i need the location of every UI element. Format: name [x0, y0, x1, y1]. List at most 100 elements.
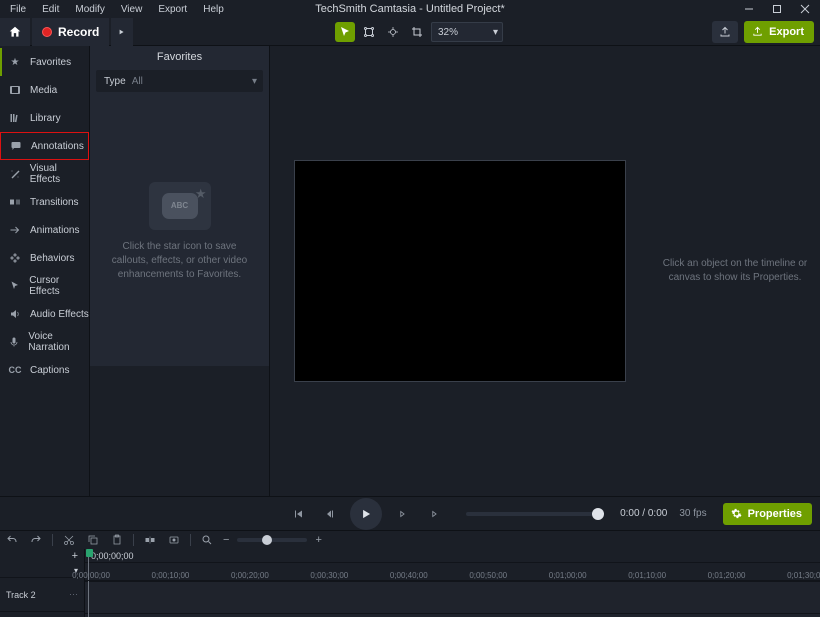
- playhead-time-row: 0;00;00;00: [85, 549, 820, 563]
- sidebar-item-label: Behaviors: [30, 253, 74, 264]
- home-button[interactable]: [0, 18, 30, 46]
- favorites-panel: Favorites Type All ▾ ABC ★ Click the sta…: [90, 46, 270, 496]
- panel-title: Favorites: [90, 46, 269, 68]
- track-options-icon[interactable]: ⋯: [69, 589, 78, 600]
- paste-button[interactable]: [109, 532, 125, 548]
- cut-button[interactable]: [61, 532, 77, 548]
- library-icon: [8, 111, 22, 125]
- type-filter-dropdown[interactable]: Type All ▾: [96, 70, 263, 92]
- window-minimize[interactable]: [736, 0, 762, 18]
- transitions-icon: [8, 195, 22, 209]
- timeline-content[interactable]: 0;00;00;00 0;00;00;000;00;10;000;00;20;0…: [85, 549, 820, 617]
- sidebar-item-captions[interactable]: CC Captions: [0, 356, 89, 384]
- track-header: + ▾ Track 2 ⋯ Track 1 ⋯: [0, 549, 85, 617]
- type-filter-value: All: [132, 76, 143, 87]
- seek-slider[interactable]: [466, 512, 604, 516]
- transform-tool[interactable]: [359, 22, 379, 42]
- playhead[interactable]: [88, 549, 89, 617]
- cursor-icon: [8, 279, 21, 293]
- track-2-lane[interactable]: [85, 581, 820, 613]
- seek-handle[interactable]: [592, 508, 604, 520]
- ruler-label: 0;01;30;00: [787, 571, 820, 580]
- sidebar-item-animations[interactable]: Animations: [0, 216, 89, 244]
- menu-file[interactable]: File: [2, 2, 34, 17]
- chevron-down-icon: ▾: [493, 27, 498, 38]
- panel-empty-state: ABC ★ Click the star icon to save callou…: [90, 98, 269, 366]
- track-label: Track 2: [6, 590, 36, 600]
- menu-modify[interactable]: Modify: [67, 2, 112, 17]
- menu-export[interactable]: Export: [150, 2, 195, 17]
- pan-tool[interactable]: [383, 22, 403, 42]
- sidebar-item-transitions[interactable]: Transitions: [0, 188, 89, 216]
- step-back-button[interactable]: [318, 502, 342, 526]
- sidebar-item-label: Media: [30, 85, 57, 96]
- play-button[interactable]: [350, 498, 382, 530]
- properties-button-label: Properties: [748, 508, 802, 520]
- sidebar-item-media[interactable]: Media: [0, 76, 89, 104]
- ruler-label: 0;00;40;00: [390, 571, 428, 580]
- animations-icon: [8, 223, 22, 237]
- sidebar-item-label: Favorites: [30, 57, 71, 68]
- track-header-1[interactable]: Track 1 ⋯: [0, 611, 84, 617]
- sidebar-item-label: Visual Effects: [30, 163, 89, 185]
- playhead-time: 0;00;00;00: [91, 551, 134, 561]
- playback-bar: 0:00 / 0:00 30 fps Properties: [0, 496, 820, 530]
- fps-label: 30 fps: [679, 508, 706, 519]
- properties-button[interactable]: Properties: [723, 503, 812, 525]
- window-maximize[interactable]: [764, 0, 790, 18]
- sidebar-item-annotations[interactable]: Annotations: [0, 132, 89, 160]
- redo-button[interactable]: [28, 532, 44, 548]
- sidebar-item-label: Animations: [30, 225, 79, 236]
- sidebar-item-voice-narration[interactable]: Voice Narration: [0, 328, 89, 356]
- ruler-label: 0;00;10;00: [152, 571, 190, 580]
- export-button[interactable]: Export: [744, 21, 814, 43]
- add-track-button[interactable]: +: [0, 549, 84, 563]
- menu-help[interactable]: Help: [195, 2, 232, 17]
- timeline-tools: − +: [0, 531, 820, 549]
- split-button[interactable]: [142, 532, 158, 548]
- sidebar-item-behaviors[interactable]: Behaviors: [0, 244, 89, 272]
- zoom-dropdown[interactable]: 32% ▾: [431, 22, 503, 42]
- chevron-down-icon: ▾: [252, 76, 257, 87]
- track-1-lane[interactable]: [85, 613, 820, 617]
- timeline-zoom-slider[interactable]: [237, 538, 307, 542]
- ruler-label: 0;01;20;00: [708, 571, 746, 580]
- export-label: Export: [769, 26, 804, 38]
- sidebar-item-visual-effects[interactable]: Visual Effects: [0, 160, 89, 188]
- ruler-label: 0;01;10;00: [628, 571, 666, 580]
- panel-bottom-spacer: [90, 366, 269, 496]
- sidebar-item-favorites[interactable]: ★ Favorites: [0, 48, 89, 76]
- prev-frame-button[interactable]: [286, 502, 310, 526]
- cc-icon: CC: [8, 363, 22, 377]
- ruler-label: 0;01;00;00: [549, 571, 587, 580]
- audio-icon: [8, 307, 22, 321]
- record-dropdown[interactable]: [111, 18, 133, 46]
- mic-icon: [8, 335, 20, 349]
- timeline: − + + ▾ Track 2 ⋯ Track 1 ⋯ 0;00;00;00 0…: [0, 530, 820, 617]
- behaviors-icon: [8, 251, 22, 265]
- share-button[interactable]: [712, 21, 738, 43]
- timeline-ruler[interactable]: 0;00;00;000;00;10;000;00;20;000;00;30;00…: [85, 563, 820, 581]
- ruler-label: 0;00;30;00: [310, 571, 348, 580]
- sidebar-item-library[interactable]: Library: [0, 104, 89, 132]
- select-tool[interactable]: [335, 22, 355, 42]
- canvas[interactable]: [294, 160, 626, 382]
- window-close[interactable]: [792, 0, 818, 18]
- star-icon: ★: [195, 185, 207, 203]
- sidebar-item-audio-effects[interactable]: Audio Effects: [0, 300, 89, 328]
- sidebar-item-label: Library: [30, 113, 61, 124]
- crop-tool[interactable]: [407, 22, 427, 42]
- record-button[interactable]: Record: [32, 18, 109, 46]
- track-header-2[interactable]: Track 2 ⋯: [0, 577, 84, 611]
- undo-button[interactable]: [4, 532, 20, 548]
- next-frame-button[interactable]: [422, 502, 446, 526]
- copy-button[interactable]: [85, 532, 101, 548]
- canvas-area: [270, 46, 650, 496]
- menu-edit[interactable]: Edit: [34, 2, 67, 17]
- zoom-out-button[interactable]: [199, 532, 215, 548]
- sidebar-item-label: Audio Effects: [30, 309, 89, 320]
- step-fwd-button[interactable]: [390, 502, 414, 526]
- sidebar-item-cursor-effects[interactable]: Cursor Effects: [0, 272, 89, 300]
- menu-view[interactable]: View: [113, 2, 151, 17]
- marker-button[interactable]: [166, 532, 182, 548]
